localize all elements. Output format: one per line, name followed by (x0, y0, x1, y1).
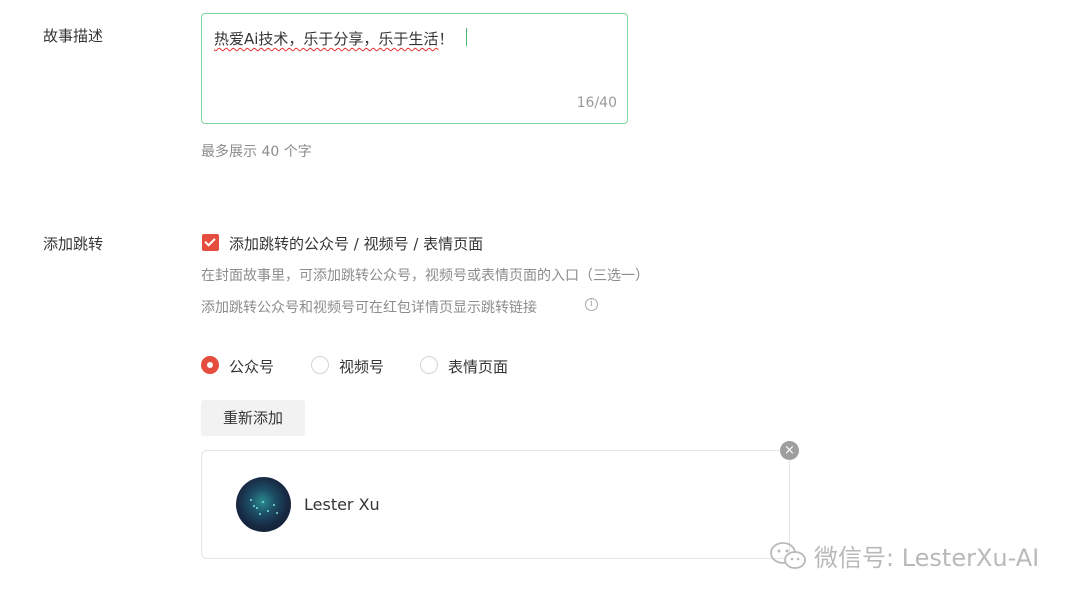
redirect-hint-1: 在封面故事里，可添加跳转公众号，视频号或表情页面的入口（三选一） (201, 268, 649, 284)
radio-channels-label[interactable]: 视频号 (339, 356, 384, 377)
radio-official-account-label[interactable]: 公众号 (229, 356, 274, 377)
close-icon[interactable]: × (780, 441, 799, 460)
wechat-logo-icon (770, 541, 806, 569)
story-textarea[interactable]: 热爱Ai技术，乐于分享，乐于生活！ 16/40 (201, 13, 628, 124)
story-text-main: 热爱Ai技术，乐于分享，乐于生活 (214, 30, 439, 48)
radio-sticker-page[interactable] (420, 356, 438, 374)
selected-account-card: Lester Xu (201, 450, 790, 559)
story-hint: 最多展示 40 个字 (201, 144, 312, 160)
story-text-tail: ！ (438, 30, 454, 48)
avatar (236, 477, 291, 532)
radio-sticker-page-label[interactable]: 表情页面 (448, 356, 508, 377)
watermark-text: 微信号: LesterXu-AI (814, 544, 1040, 572)
redirect-label: 添加跳转 (43, 235, 104, 253)
watermark: 微信号: LesterXu-AI (768, 538, 1039, 573)
story-label: 故事描述 (43, 27, 104, 45)
radio-channels[interactable] (311, 356, 329, 374)
redirect-checkbox-label[interactable]: 添加跳转的公众号 / 视频号 / 表情页面 (229, 233, 483, 254)
info-icon[interactable]: i (585, 298, 598, 311)
re-add-button[interactable]: 重新添加 (201, 400, 305, 436)
redirect-hint-2: 添加跳转公众号和视频号可在红包详情页显示跳转链接 (201, 300, 537, 316)
text-caret (466, 28, 467, 46)
radio-official-account[interactable] (201, 356, 219, 374)
redirect-checkbox[interactable] (202, 234, 219, 251)
char-counter: 16/40 (576, 95, 617, 111)
story-text: 热爱Ai技术，乐于分享，乐于生活！ (214, 28, 453, 49)
account-name: Lester Xu (304, 495, 380, 514)
